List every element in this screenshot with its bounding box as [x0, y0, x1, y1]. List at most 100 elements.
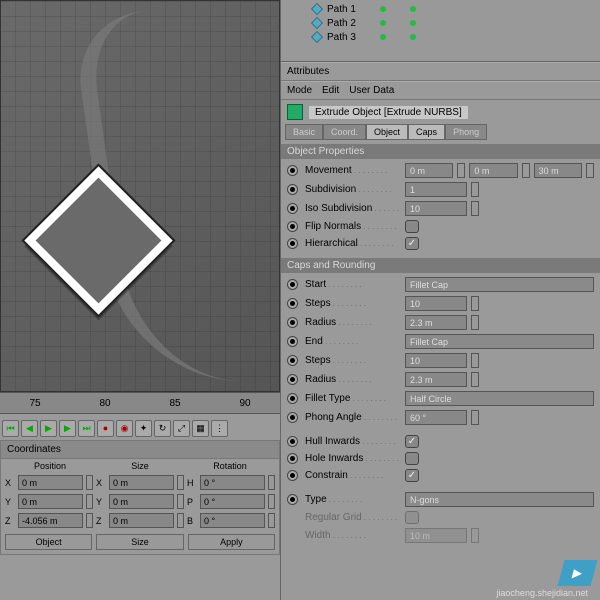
- constrain-checkbox[interactable]: [405, 469, 419, 482]
- spinner[interactable]: [86, 494, 93, 509]
- fillet-type-dropdown[interactable]: Half Circle: [405, 391, 594, 406]
- anim-dot-icon[interactable]: [287, 453, 298, 464]
- spinner[interactable]: [471, 372, 479, 387]
- record-icon[interactable]: ●: [97, 420, 114, 437]
- vis-dot-icon[interactable]: [380, 34, 386, 40]
- spinner[interactable]: [177, 513, 184, 528]
- key-scale-icon[interactable]: ⤢: [173, 420, 190, 437]
- movement-x-input[interactable]: 0 m: [405, 163, 453, 178]
- object-mode-dropdown[interactable]: Object: [5, 534, 92, 550]
- size-x-input[interactable]: 0 m: [109, 475, 174, 490]
- tree-item[interactable]: Path 1: [287, 2, 594, 16]
- tab-caps[interactable]: Caps: [408, 124, 445, 140]
- steps-end-input[interactable]: 10: [405, 353, 467, 368]
- menu-edit[interactable]: Edit: [322, 85, 339, 96]
- key-rot-icon[interactable]: ↻: [154, 420, 171, 437]
- phong-input[interactable]: 60 °: [405, 410, 467, 425]
- vis-dot-icon[interactable]: [380, 6, 386, 12]
- anim-dot-icon[interactable]: [287, 436, 298, 447]
- tab-coord[interactable]: Coord.: [323, 124, 366, 140]
- goto-end-icon[interactable]: ⏭: [78, 420, 95, 437]
- spinner[interactable]: [177, 494, 184, 509]
- anim-dot-icon[interactable]: [287, 298, 298, 309]
- anim-dot-icon[interactable]: [287, 355, 298, 366]
- apply-button[interactable]: Apply: [188, 534, 275, 550]
- tab-phong[interactable]: Phong: [445, 124, 487, 140]
- size-y-input[interactable]: 0 m: [109, 494, 174, 509]
- spinner[interactable]: [268, 475, 275, 490]
- pos-x-input[interactable]: 0 m: [18, 475, 83, 490]
- spinner[interactable]: [86, 513, 93, 528]
- spinner[interactable]: [586, 163, 594, 178]
- vis-dot-icon[interactable]: [410, 6, 416, 12]
- anim-dot-icon[interactable]: [287, 238, 298, 249]
- tab-basic[interactable]: Basic: [285, 124, 323, 140]
- timeline-ruler[interactable]: 75 80 85 90 0 F: [0, 392, 280, 414]
- vis-dot-icon[interactable]: [410, 20, 416, 26]
- key-param-icon[interactable]: ▦: [192, 420, 209, 437]
- hole-checkbox[interactable]: [405, 452, 419, 465]
- radius-start-input[interactable]: 2.3 m: [405, 315, 467, 330]
- spinner[interactable]: [471, 201, 479, 216]
- key-pos-icon[interactable]: ✦: [135, 420, 152, 437]
- pos-y-input[interactable]: 0 m: [18, 494, 83, 509]
- object-tree[interactable]: Path 1 Path 2 Path 3: [281, 0, 600, 62]
- type-dropdown[interactable]: N-gons: [405, 492, 594, 507]
- flip-checkbox[interactable]: [405, 220, 419, 233]
- prev-frame-icon[interactable]: ◀: [21, 420, 38, 437]
- menu-mode[interactable]: Mode: [287, 85, 312, 96]
- anim-dot-icon[interactable]: [287, 470, 298, 481]
- rot-h-input[interactable]: 0 °: [200, 475, 265, 490]
- viewport[interactable]: [0, 0, 280, 392]
- play-icon[interactable]: ▶: [40, 420, 57, 437]
- radius-end-input[interactable]: 2.3 m: [405, 372, 467, 387]
- spinner[interactable]: [471, 410, 479, 425]
- start-dropdown[interactable]: Fillet Cap: [405, 277, 594, 292]
- vis-dot-icon[interactable]: [410, 34, 416, 40]
- spinner[interactable]: [471, 315, 479, 330]
- rot-p-input[interactable]: 0 °: [200, 494, 265, 509]
- iso-input[interactable]: 10: [405, 201, 467, 216]
- spinner[interactable]: [471, 182, 479, 197]
- spinner[interactable]: [522, 163, 530, 178]
- options-icon[interactable]: ⋮: [211, 420, 228, 437]
- spinner[interactable]: [268, 494, 275, 509]
- size-mode-dropdown[interactable]: Size: [96, 534, 183, 550]
- movement-z-input[interactable]: 30 m: [534, 163, 582, 178]
- goto-start-icon[interactable]: ⏮: [2, 420, 19, 437]
- param-label: Radius: [305, 374, 401, 385]
- spinner[interactable]: [177, 475, 184, 490]
- anim-dot-icon[interactable]: [287, 393, 298, 404]
- anim-dot-icon[interactable]: [287, 374, 298, 385]
- anim-dot-icon[interactable]: [287, 184, 298, 195]
- end-dropdown[interactable]: Fillet Cap: [405, 334, 594, 349]
- menu-userdata[interactable]: User Data: [349, 85, 394, 96]
- anim-dot-icon[interactable]: [287, 412, 298, 423]
- anim-dot-icon[interactable]: [287, 336, 298, 347]
- hier-checkbox[interactable]: [405, 237, 419, 250]
- spinner[interactable]: [471, 296, 479, 311]
- movement-y-input[interactable]: 0 m: [469, 163, 517, 178]
- anim-dot-icon[interactable]: [287, 203, 298, 214]
- anim-dot-icon[interactable]: [287, 279, 298, 290]
- pos-z-input[interactable]: -4.056 m: [18, 513, 83, 528]
- anim-dot-icon[interactable]: [287, 221, 298, 232]
- tree-item[interactable]: Path 3: [287, 30, 594, 44]
- spinner[interactable]: [457, 163, 465, 178]
- anim-dot-icon[interactable]: [287, 317, 298, 328]
- spinner[interactable]: [471, 353, 479, 368]
- steps-start-input[interactable]: 10: [405, 296, 467, 311]
- anim-dot-icon[interactable]: [287, 494, 298, 505]
- spinner[interactable]: [268, 513, 275, 528]
- tree-item[interactable]: Path 2: [287, 16, 594, 30]
- next-frame-icon[interactable]: ▶: [59, 420, 76, 437]
- anim-dot-icon[interactable]: [287, 165, 298, 176]
- size-z-input[interactable]: 0 m: [109, 513, 174, 528]
- autokey-icon[interactable]: ◉: [116, 420, 133, 437]
- rot-b-input[interactable]: 0 °: [200, 513, 265, 528]
- tab-object[interactable]: Object: [366, 124, 408, 140]
- vis-dot-icon[interactable]: [380, 20, 386, 26]
- hull-checkbox[interactable]: [405, 435, 419, 448]
- subdivision-input[interactable]: 1: [405, 182, 467, 197]
- spinner[interactable]: [86, 475, 93, 490]
